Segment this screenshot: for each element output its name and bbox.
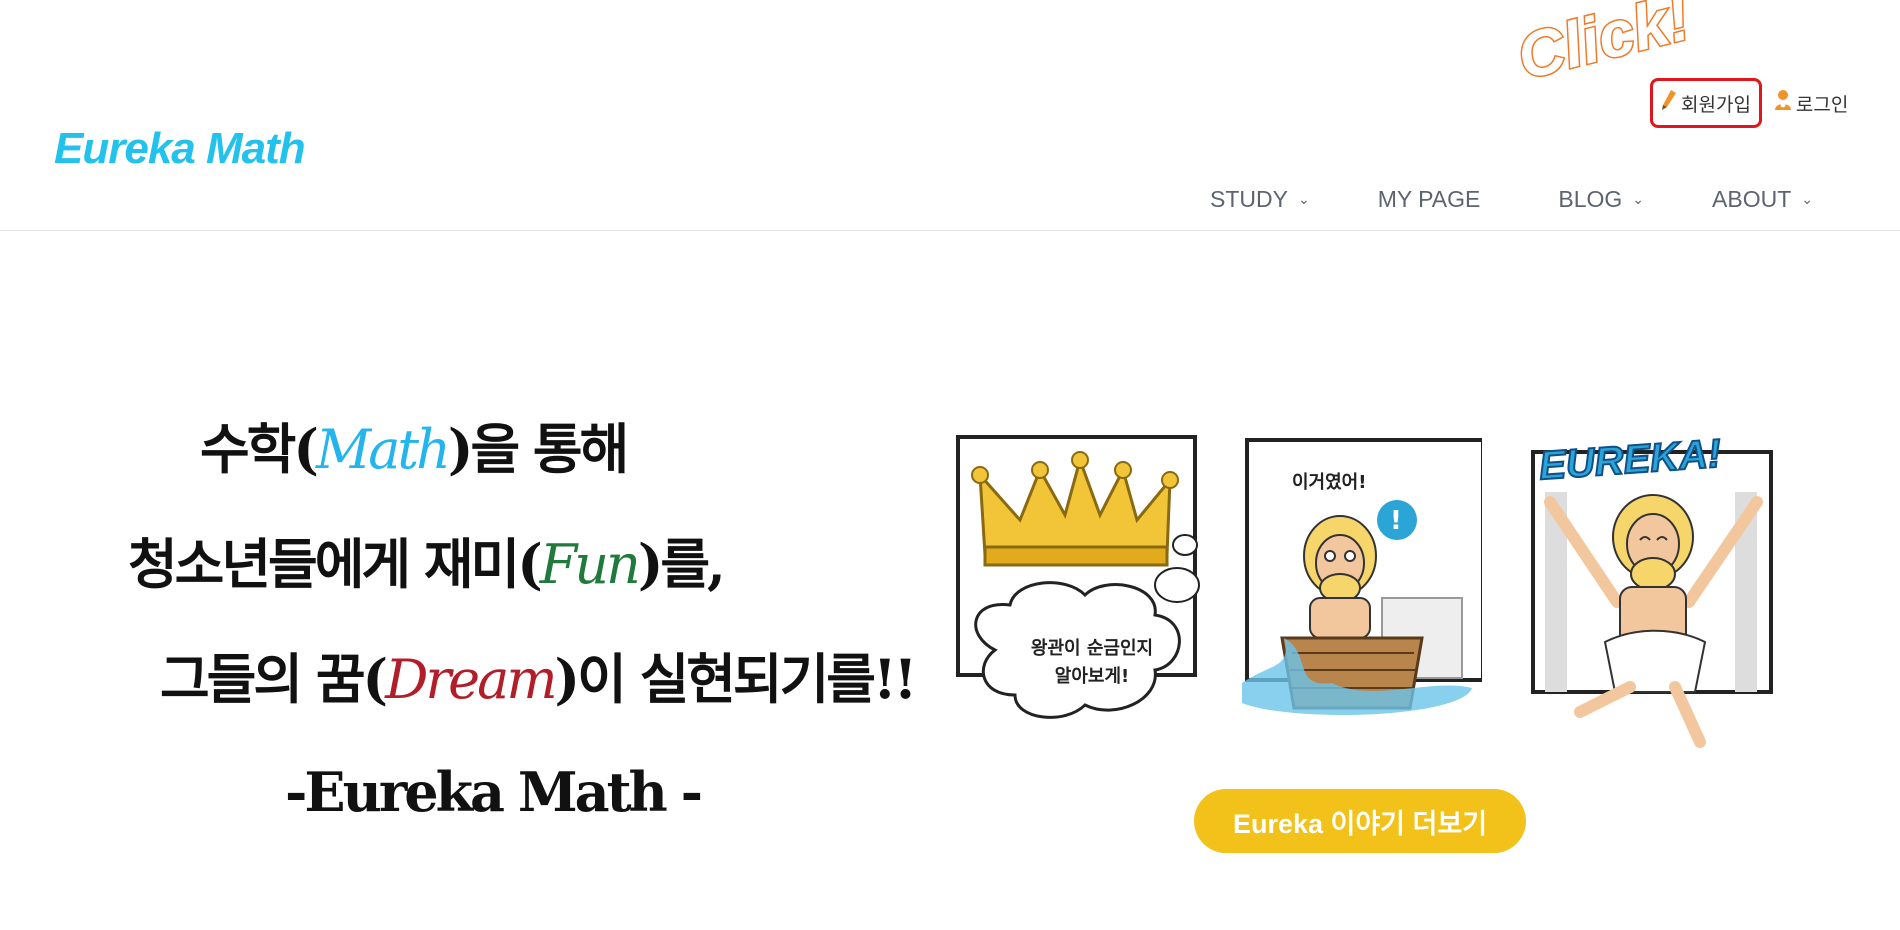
chevron-down-icon: ⌄ (1632, 191, 1645, 207)
hero-text: )을 통해 (447, 417, 629, 481)
chevron-down-icon: ⌄ (1297, 191, 1310, 207)
nav-study[interactable]: STUDY ⌄ (1210, 186, 1310, 213)
signup-label: 회원가입 (1681, 94, 1751, 116)
user-icon (1774, 89, 1796, 117)
hero-calligraphy: 수학(Math)을 통해 청소년들에게 재미(Fun)를, 그들의 꿈(Drea… (120, 405, 917, 855)
login-label: 로그인 (1795, 94, 1849, 116)
bubble-line: 왕관이 순금인지 (1030, 638, 1154, 659)
hero-line-4: -Eureka Math - (285, 760, 703, 824)
main-nav: STUDY ⌄ MY PAGE BLOG ⌄ ABOUT ⌄ (1210, 186, 1881, 213)
nav-blog-label: BLOG (1558, 186, 1623, 212)
nav-about-label: ABOUT (1712, 186, 1792, 212)
comic-panel-eureka: EUREKA! (1525, 431, 1780, 757)
bubble-line: 알아보게! (1054, 666, 1130, 687)
hero-text: 수학( (200, 417, 319, 481)
exclamation-icon: ! (1390, 506, 1402, 536)
hero-line-3: 그들의 꿈(Dream)이 실현되기를!! (160, 635, 918, 714)
pencil-icon (1661, 89, 1681, 117)
hero-line-1: 수학(Math)을 통해 (200, 405, 629, 484)
nav-mypage[interactable]: MY PAGE (1378, 186, 1481, 213)
hero-line-2: 청소년들에게 재미(Fun)를, (128, 520, 726, 599)
hero-highlight-fun: Fun (539, 533, 641, 596)
site-header: Eureka Math Click! 회원가입 로그인 STUDY ⌄ MY P… (0, 0, 1900, 231)
nav-blog[interactable]: BLOG ⌄ (1558, 186, 1644, 213)
comic-speech: 이거였어! (1292, 472, 1367, 493)
site-logo[interactable]: Eureka Math (54, 124, 306, 174)
hero-text: )를, (637, 532, 726, 596)
nav-about[interactable]: ABOUT ⌄ (1712, 186, 1813, 213)
comic-thought-bubble: 왕관이 순금인지 알아보게! (1017, 635, 1167, 691)
signup-link[interactable]: 회원가입 (1650, 78, 1762, 128)
comic-panel-bath: 이거였어! ! (1232, 438, 1485, 733)
account-links: 회원가입 로그인 (1650, 78, 1856, 128)
hero-text: 그들의 꿈( (160, 647, 388, 711)
hero-highlight-math: Math (315, 418, 451, 481)
hero-highlight-dream: Dream (385, 648, 557, 711)
login-link[interactable]: 로그인 (1766, 79, 1856, 127)
nav-study-label: STUDY (1210, 186, 1288, 212)
hero-text: 청소년들에게 재미( (128, 532, 543, 596)
hero-text: )이 실현되기를!! (554, 647, 918, 711)
comic-panel-crown: 왕관이 순금인지 알아보게! (955, 435, 1215, 740)
chevron-down-icon: ⌄ (1801, 191, 1813, 207)
nav-mypage-label: MY PAGE (1377, 186, 1481, 212)
eureka-story-button[interactable]: Eureka 이야기 더보기 (1194, 789, 1526, 853)
